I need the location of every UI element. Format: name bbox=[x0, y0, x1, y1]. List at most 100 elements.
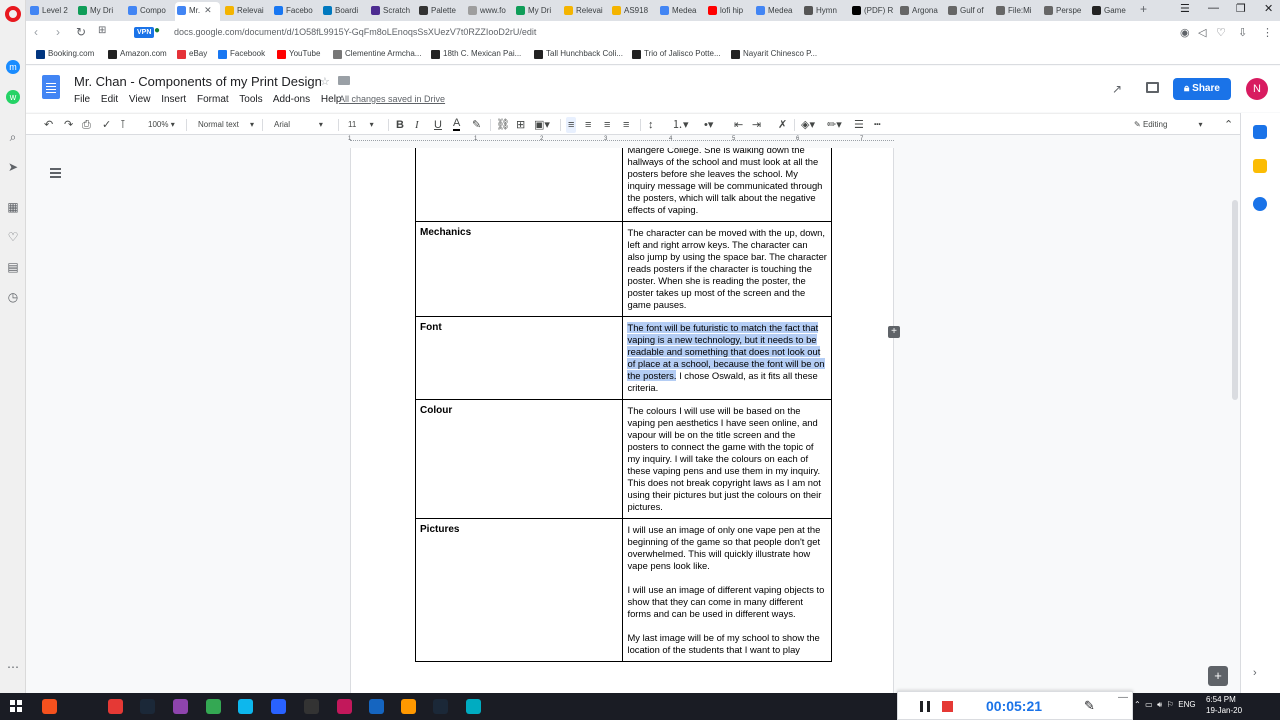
messenger-icon[interactable]: m bbox=[6, 60, 20, 74]
share-link-icon[interactable]: ◁ bbox=[1198, 26, 1206, 39]
taskbar-app-icon[interactable] bbox=[206, 699, 221, 714]
search-icon[interactable]: ⌕ bbox=[6, 130, 20, 144]
menu-file[interactable]: File bbox=[74, 94, 90, 105]
link-icon[interactable]: ⛓ bbox=[496, 117, 510, 133]
close-tab-icon[interactable]: ✕ bbox=[204, 5, 212, 15]
back-icon[interactable]: ‹ bbox=[34, 25, 38, 39]
increase-indent-icon[interactable]: ⇥ bbox=[752, 117, 761, 133]
browser-tab[interactable]: My Dri bbox=[514, 2, 562, 21]
browser-tab[interactable]: Relevai bbox=[562, 2, 610, 21]
redo-icon[interactable]: ↷ bbox=[64, 117, 73, 133]
clear-formatting-icon[interactable]: ✗ bbox=[778, 117, 787, 133]
align-right-icon[interactable]: ≡ bbox=[604, 117, 610, 133]
bookmark-item[interactable]: Nayarit Chinesco P... bbox=[731, 49, 817, 59]
collapse-toolbar-icon[interactable]: ⌃ bbox=[1224, 117, 1233, 133]
browser-tab[interactable]: Perspe bbox=[1042, 2, 1090, 21]
browser-menu-icon[interactable]: ⋮ bbox=[1262, 26, 1273, 39]
browser-tab[interactable]: Boardi bbox=[321, 2, 369, 21]
news-icon[interactable]: ▤ bbox=[6, 260, 20, 274]
taskbar-app-icon[interactable] bbox=[108, 699, 123, 714]
tasks-icon[interactable] bbox=[1253, 197, 1267, 211]
explore-button[interactable]: + bbox=[1208, 666, 1228, 686]
activity-trend-icon[interactable]: ↗ bbox=[1112, 82, 1122, 96]
row-content[interactable]: The colours I will use will be based on … bbox=[622, 399, 832, 519]
browser-tab[interactable]: Relevai bbox=[223, 2, 271, 21]
annotate-pen-icon[interactable]: ✎ bbox=[1084, 698, 1095, 714]
calendar-icon[interactable] bbox=[1253, 125, 1267, 139]
menu-insert[interactable]: Insert bbox=[161, 94, 186, 105]
browser-tab[interactable]: www.fo bbox=[466, 2, 514, 21]
taskbar-app-icon[interactable] bbox=[337, 699, 352, 714]
taskbar-app-icon[interactable] bbox=[466, 699, 481, 714]
border-color-icon[interactable]: ✏▾ bbox=[827, 117, 842, 133]
opera-logo-icon[interactable] bbox=[5, 6, 21, 22]
line-spacing-icon[interactable]: ↕ bbox=[648, 117, 654, 133]
clock-time[interactable]: 6:54 PM bbox=[1206, 695, 1236, 704]
language-indicator[interactable]: ENG bbox=[1178, 700, 1195, 709]
scrollbar[interactable] bbox=[1232, 200, 1238, 400]
docs-logo-icon[interactable] bbox=[42, 75, 60, 99]
row-content[interactable]: I will use an image of only one vape pen… bbox=[622, 518, 832, 662]
document-page[interactable]: Mangere College. She is walking down the… bbox=[350, 148, 894, 693]
taskbar-app-icon[interactable] bbox=[140, 699, 155, 714]
spellcheck-icon[interactable]: ✓ bbox=[102, 117, 111, 133]
browser-tab[interactable]: Hymn bbox=[802, 2, 850, 21]
comments-icon[interactable] bbox=[1146, 82, 1159, 93]
align-left-icon[interactable]: ≡ bbox=[566, 117, 577, 133]
browser-tab[interactable]: Argona bbox=[898, 2, 946, 21]
row-content[interactable]: Mangere College. She is walking down the… bbox=[622, 148, 832, 222]
pause-recording-icon[interactable] bbox=[920, 701, 930, 712]
row-label[interactable] bbox=[414, 148, 624, 222]
row-label[interactable]: Colour bbox=[414, 399, 624, 519]
browser-tab[interactable]: Palette bbox=[417, 2, 465, 21]
keep-icon[interactable] bbox=[1253, 159, 1267, 173]
stop-recording-icon[interactable] bbox=[942, 701, 953, 712]
save-status[interactable]: All changes saved in Drive bbox=[339, 94, 445, 104]
row-label[interactable]: Pictures bbox=[414, 518, 624, 662]
font-size-select[interactable]: 11 ▾ bbox=[348, 117, 374, 133]
add-comment-icon[interactable]: + bbox=[888, 326, 900, 338]
camera-icon[interactable]: ◉ bbox=[1180, 26, 1190, 39]
speed-dial-icon[interactable]: ⊞ bbox=[98, 25, 106, 36]
browser-tab[interactable]: Compo bbox=[126, 2, 174, 21]
italic-icon[interactable]: I bbox=[415, 117, 419, 133]
minimize-icon[interactable]: — bbox=[1208, 2, 1219, 14]
bulleted-list-icon[interactable]: •▾ bbox=[704, 117, 713, 133]
browser-tab[interactable]: Scratch bbox=[369, 2, 417, 21]
menu-format[interactable]: Format bbox=[197, 94, 229, 105]
download-icon[interactable]: ⇩ bbox=[1238, 26, 1247, 39]
bold-icon[interactable]: B bbox=[396, 117, 404, 133]
cell-fill-icon[interactable]: ◈▾ bbox=[801, 117, 815, 133]
forward-icon[interactable]: › bbox=[56, 25, 60, 39]
insert-image-icon[interactable]: ▣▾ bbox=[534, 117, 550, 133]
taskbar-app-icon[interactable] bbox=[173, 699, 188, 714]
reload-icon[interactable]: ↻ bbox=[76, 25, 86, 39]
expand-panel-icon[interactable]: › bbox=[1253, 667, 1267, 681]
browser-tab[interactable]: lofi hip bbox=[706, 2, 754, 21]
browser-tab[interactable]: Game bbox=[1090, 2, 1136, 21]
taskbar-app-icon[interactable] bbox=[304, 699, 319, 714]
align-justify-icon[interactable]: ≡ bbox=[623, 117, 629, 133]
browser-tab-active[interactable]: Mr. ✕ bbox=[175, 2, 220, 21]
taskbar-app-icon[interactable] bbox=[42, 699, 57, 714]
system-tray[interactable]: ⌃ ▭ 🔊︎ ⚐ ENG bbox=[1134, 700, 1196, 710]
new-tab-button[interactable]: + bbox=[1140, 2, 1147, 16]
paint-format-icon[interactable]: ⊺ bbox=[120, 117, 126, 133]
highlight-icon[interactable]: ✎ bbox=[472, 117, 481, 133]
taskbar-app-icon[interactable] bbox=[401, 699, 416, 714]
taskbar-app-icon[interactable] bbox=[238, 699, 253, 714]
taskbar-app-icon[interactable] bbox=[369, 699, 384, 714]
menu-edit[interactable]: Edit bbox=[101, 94, 118, 105]
browser-tab[interactable]: File:Mi bbox=[994, 2, 1042, 21]
bookmark-item[interactable]: Facebook bbox=[218, 49, 265, 59]
decrease-indent-icon[interactable]: ⇤ bbox=[734, 117, 743, 133]
bookmark-item[interactable]: Tall Hunchback Coli... bbox=[534, 49, 623, 59]
history-icon[interactable]: ◷ bbox=[6, 290, 20, 304]
browser-tab[interactable]: Medea bbox=[754, 2, 802, 21]
browser-tab[interactable]: Gulf of bbox=[946, 2, 994, 21]
numbered-list-icon[interactable]: ⒈▾ bbox=[672, 117, 689, 133]
bookmark-item[interactable]: Amazon.com bbox=[108, 49, 167, 59]
send-icon[interactable]: ➤ bbox=[6, 160, 20, 174]
taskbar-app-icon[interactable] bbox=[271, 699, 286, 714]
taskbar-app-icon[interactable] bbox=[433, 699, 448, 714]
